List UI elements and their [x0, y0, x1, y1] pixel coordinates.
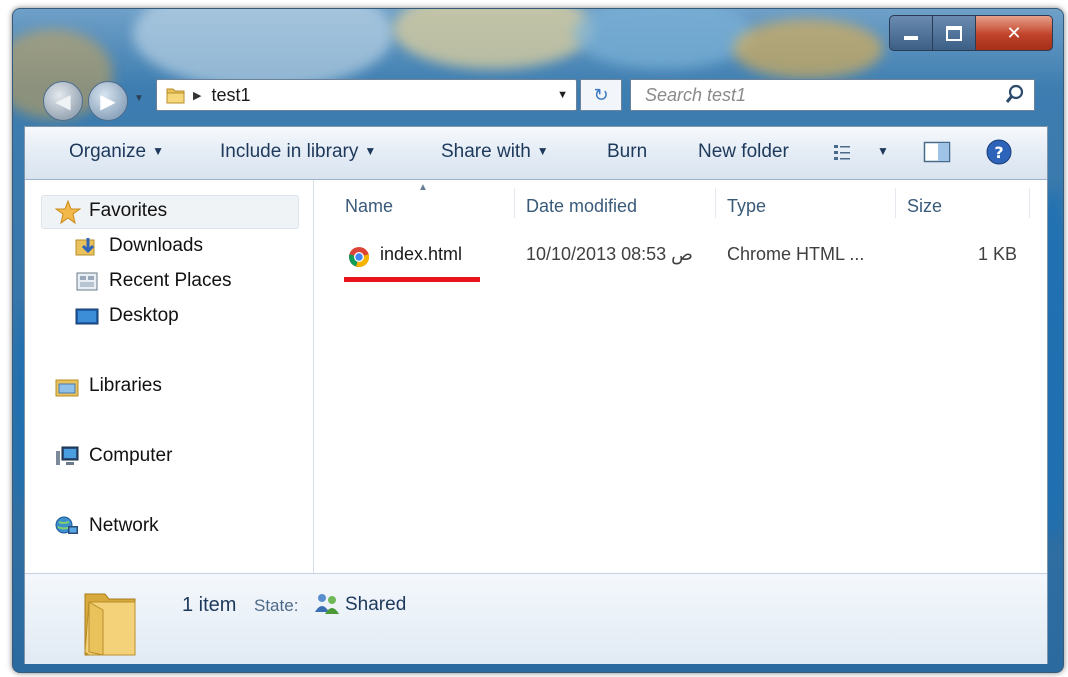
refresh-icon: ↻ [593, 84, 609, 105]
nav-downloads[interactable]: Downloads [75, 235, 203, 257]
folder-icon [166, 88, 185, 104]
preview-pane-icon [923, 141, 951, 163]
back-button[interactable]: ◀ [43, 81, 83, 121]
maximize-icon [946, 25, 962, 41]
desktop-icon [75, 305, 99, 327]
file-size: 1 KB [978, 244, 1018, 264]
breadcrumb-separator-icon[interactable]: ▶ [193, 89, 201, 102]
explorer-window: ✕ ◀ ▶ ▼ ▶ test1 ▼ ↻ Organize▼ Inc [12, 8, 1064, 673]
nav-desktop[interactable]: Desktop [75, 305, 179, 327]
nav-downloads-label: Downloads [109, 235, 203, 256]
network-icon [55, 515, 79, 537]
file-date-modified: 10/10/2013 08:53 ص [526, 244, 693, 264]
nav-libraries-label: Libraries [89, 375, 162, 396]
recent-pages-dropdown[interactable]: ▼ [134, 93, 144, 104]
preview-pane-button[interactable] [923, 140, 951, 170]
chevron-down-icon: ▼ [364, 144, 377, 158]
search-icon[interactable] [1004, 83, 1026, 105]
navigation-pane: Favorites Downloads Recent Places Deskto… [25, 180, 314, 573]
back-arrow-icon: ◀ [55, 90, 71, 113]
minimize-icon [904, 36, 918, 40]
new-folder-button[interactable]: New folder [698, 141, 789, 163]
column-header-type[interactable]: Type [727, 196, 766, 217]
column-header-size[interactable]: Size [907, 196, 942, 217]
file-name[interactable]: index.html [380, 244, 462, 265]
nav-desktop-label: Desktop [109, 305, 179, 326]
nav-favorites-label: Favorites [89, 200, 168, 221]
state-label: State: [254, 596, 299, 615]
change-view-button[interactable] [833, 142, 859, 168]
forward-arrow-icon: ▶ [100, 90, 116, 113]
column-divider[interactable] [1029, 188, 1030, 218]
nav-computer[interactable]: Computer [55, 445, 172, 467]
address-bar[interactable]: ▶ test1 ▼ [156, 79, 577, 111]
maximize-button[interactable] [933, 15, 976, 51]
column-header-date-modified[interactable]: Date modified [526, 196, 637, 217]
new-folder-label: New folder [698, 141, 789, 162]
highlight-underline [344, 277, 480, 282]
nav-favorites[interactable]: Favorites [54, 199, 168, 225]
view-options-dropdown[interactable]: ▼ [877, 144, 889, 158]
explorer-content: Organize ▼ Include in library ▼ Share with… [24, 126, 1048, 664]
include-in-library-menu[interactable]: Include in library ▼ [220, 141, 376, 163]
libraries-icon [55, 375, 79, 397]
refresh-button[interactable]: ↻ [580, 79, 622, 111]
nav-libraries[interactable]: Libraries [55, 375, 162, 397]
nav-network[interactable]: Network [55, 515, 159, 537]
address-dropdown-icon[interactable]: ▼ [557, 89, 568, 101]
folder-icon [84, 593, 136, 656]
nav-computer-label: Computer [89, 445, 173, 466]
file-type: Chrome HTML ... [727, 244, 865, 264]
organize-menu[interactable]: Organize ▼ [69, 141, 164, 163]
chrome-icon [349, 247, 369, 267]
minimize-button[interactable] [889, 15, 933, 51]
shared-users-icon [315, 594, 339, 614]
item-count: 1 item [182, 594, 237, 616]
column-divider[interactable] [895, 188, 896, 218]
downloads-folder-icon [75, 235, 99, 257]
nav-network-label: Network [89, 515, 159, 536]
details-pane: 1 item State: Shared [25, 573, 1047, 664]
search-box[interactable] [630, 79, 1035, 111]
recent-places-icon [75, 270, 99, 292]
forward-button[interactable]: ▶ [88, 81, 128, 121]
sort-ascending-icon: ▲ [418, 182, 428, 193]
chevron-down-icon: ▼ [152, 144, 164, 158]
close-button[interactable]: ✕ [976, 15, 1053, 51]
command-bar: Organize ▼ Include in library ▼ Share with… [25, 127, 1047, 180]
burn-label: Burn [607, 141, 648, 162]
breadcrumb-test1[interactable]: test1 [211, 85, 250, 106]
help-button[interactable]: ? [985, 138, 1013, 172]
nav-recent-places[interactable]: Recent Places [75, 270, 232, 292]
include-in-library-label: Include in library [220, 141, 359, 162]
column-divider[interactable] [715, 188, 716, 218]
caption-buttons: ✕ [889, 15, 1053, 51]
column-header-name[interactable]: Name [345, 196, 393, 217]
chevron-down-icon: ▼ [877, 144, 889, 158]
computer-icon [55, 445, 79, 467]
file-list: ▲ Name Date modified Type Size index.htm… [314, 180, 1047, 573]
help-icon: ? [986, 139, 1012, 165]
state-value: Shared [345, 594, 407, 615]
organize-label: Organize [69, 141, 147, 162]
share-with-menu[interactable]: Share with ▼ [441, 141, 549, 163]
chevron-down-icon: ▼ [536, 144, 549, 158]
close-icon: ✕ [1006, 22, 1022, 43]
share-with-label: Share with [441, 141, 531, 162]
burn-button[interactable]: Burn [607, 141, 647, 163]
search-input[interactable] [643, 83, 987, 107]
svg-text:?: ? [994, 143, 1003, 162]
star-icon [54, 199, 82, 225]
column-divider[interactable] [514, 188, 515, 218]
nav-recent-places-label: Recent Places [109, 270, 232, 291]
view-details-icon [834, 145, 850, 160]
